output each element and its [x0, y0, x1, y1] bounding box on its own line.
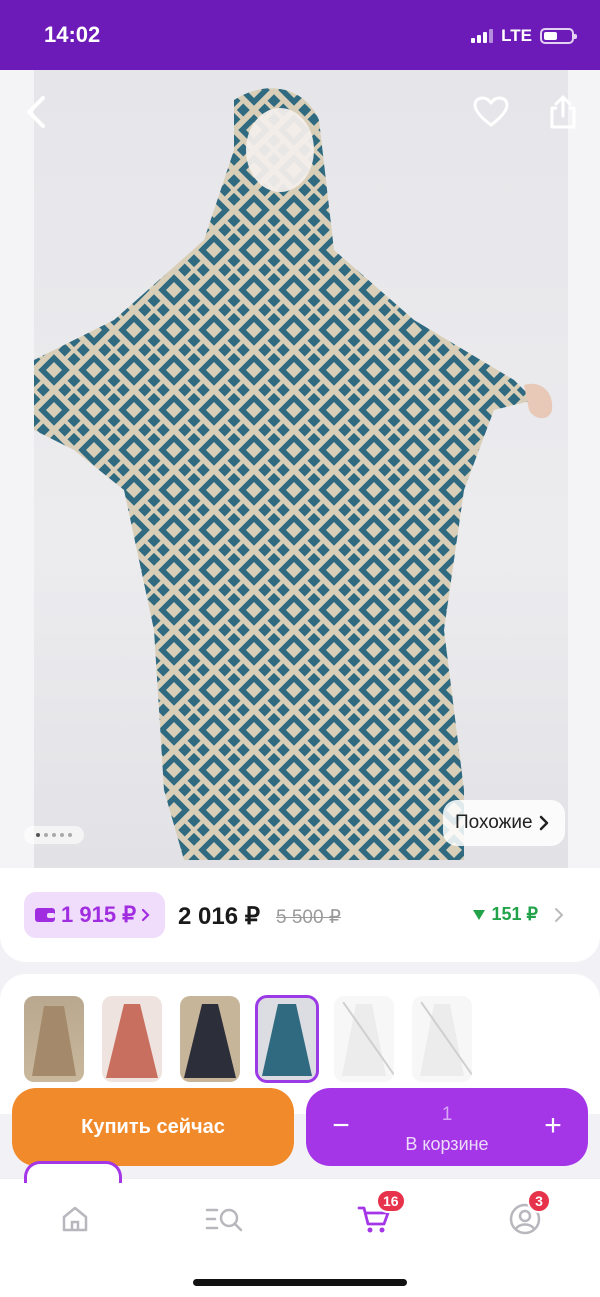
tab-cart[interactable]: 16 [350, 1189, 406, 1241]
variant-image [342, 1004, 386, 1076]
variant-image [32, 1006, 76, 1076]
variant-thumb-selected[interactable] [255, 995, 319, 1083]
home-icon [62, 1206, 88, 1232]
variant-image [106, 1004, 158, 1078]
share-button[interactable] [541, 90, 585, 134]
pagination-dot [60, 833, 64, 837]
tab-profile[interactable]: 3 [501, 1189, 551, 1241]
increase-quantity-button[interactable]: + [538, 1108, 568, 1144]
chevron-left-icon [27, 96, 45, 128]
variant-image [420, 1004, 464, 1076]
variant-thumb[interactable] [24, 996, 84, 1082]
status-time: 14:02 [44, 22, 101, 47]
chevron-right-icon [555, 907, 564, 922]
variant-thumb-unavailable[interactable] [334, 996, 394, 1082]
wallet-icon [35, 908, 55, 922]
cart-quantity-control: − 1 В корзине + [306, 1088, 588, 1166]
buy-now-button[interactable]: Купить сейчас [12, 1088, 294, 1166]
battery-icon [540, 28, 577, 44]
price-drop-button[interactable]: 151 ₽ [472, 904, 565, 925]
variant-image [262, 1004, 312, 1076]
chevron-right-icon [142, 908, 150, 922]
pagination-dot [52, 833, 56, 837]
cart-badge: 16 [376, 1189, 406, 1213]
wallet-price-button[interactable]: 1 915 ₽ [24, 892, 166, 938]
old-price: 5 500 ₽ [276, 907, 341, 928]
network-label: LTE [501, 26, 532, 45]
triangle-down-icon [472, 909, 485, 920]
catalog-search-icon [205, 1208, 243, 1232]
bottom-tab-bar: 16 3 [0, 1161, 600, 1297]
photo-pagination [24, 826, 84, 844]
signal-icon [471, 29, 494, 43]
variant-thumb[interactable] [180, 996, 240, 1082]
similar-label: Похожие [455, 812, 533, 833]
heart-icon [473, 96, 509, 127]
product-photo [34, 70, 568, 870]
tab-home[interactable] [51, 1197, 99, 1241]
chevron-right-icon [539, 815, 548, 831]
tab-catalog[interactable] [201, 1197, 249, 1241]
current-price: 2 016 ₽ [178, 903, 260, 930]
variant-thumb[interactable] [102, 996, 162, 1082]
home-indicator [193, 1279, 407, 1286]
product-photo-gallery[interactable]: Похожие [0, 70, 600, 870]
pagination-dot [36, 833, 40, 837]
timer-badge [24, 1161, 122, 1183]
pagination-dot [44, 833, 48, 837]
profile-badge: 3 [527, 1189, 551, 1213]
variant-image [184, 1004, 236, 1078]
price-drop-value: 151 ₽ [491, 904, 539, 924]
garment-illustration [34, 88, 553, 861]
status-indicators: LTE [471, 26, 577, 46]
pagination-dot [68, 833, 72, 837]
wallet-price: 1 915 ₽ [61, 902, 137, 927]
back-button[interactable] [14, 90, 58, 134]
status-bar: 14:02 LTE [0, 0, 600, 70]
price-card: 1 915 ₽ 2 016 ₽ 5 500 ₽ 151 ₽ [0, 868, 600, 962]
share-icon [550, 95, 576, 129]
favorite-button[interactable] [469, 90, 513, 134]
variant-thumb-unavailable[interactable] [412, 996, 472, 1082]
similar-button[interactable]: Похожие [443, 800, 565, 846]
